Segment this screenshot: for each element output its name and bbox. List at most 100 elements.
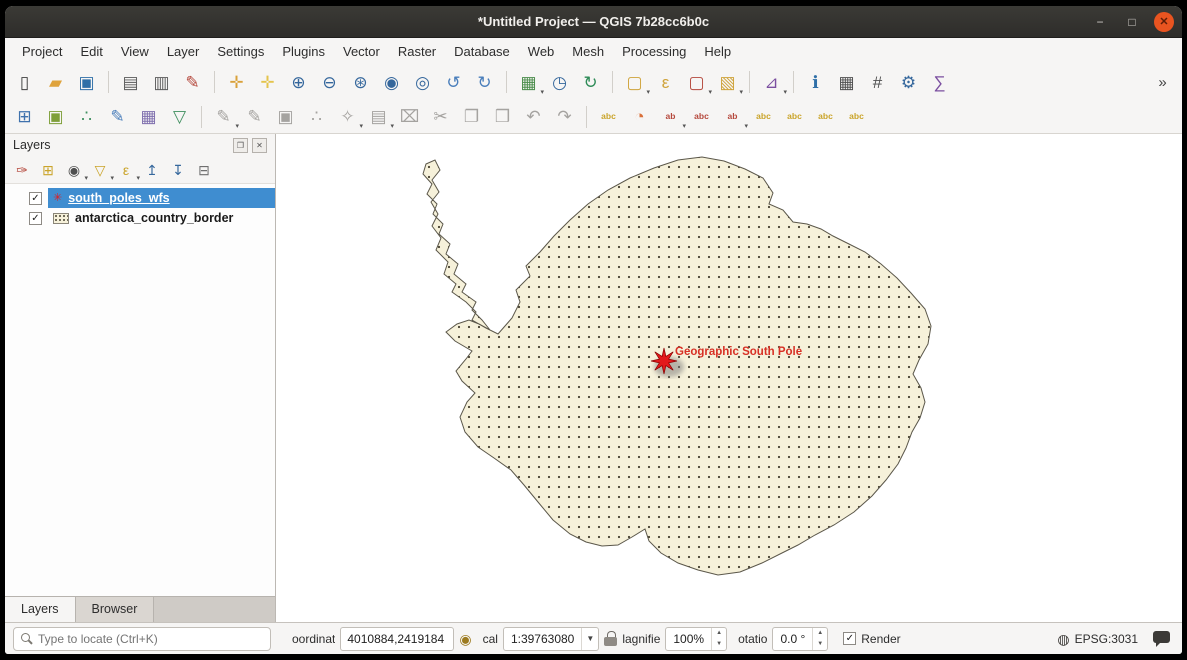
layer-visibility-checkbox[interactable]: ✓: [29, 192, 42, 205]
label-toolbar-extra-icon[interactable]: abc: [843, 103, 870, 130]
new-map-view-icon[interactable]: ▦▾: [515, 69, 542, 96]
zoom-to-selection-icon[interactable]: ◉: [378, 69, 405, 96]
modify-attributes-icon[interactable]: ▤▾: [365, 103, 392, 130]
menu-item-web[interactable]: Web: [519, 40, 564, 63]
step-down-icon[interactable]: ▼: [712, 639, 726, 650]
data-source-manager-icon[interactable]: ⊞: [11, 103, 38, 130]
maximize-button[interactable]: □: [1122, 12, 1142, 32]
undo-icon[interactable]: ↶: [520, 103, 547, 130]
step-up-icon[interactable]: ▲: [712, 628, 726, 639]
open-layer-styling-icon[interactable]: ✑: [10, 158, 34, 182]
menu-item-settings[interactable]: Settings: [208, 40, 273, 63]
menu-item-layer[interactable]: Layer: [158, 40, 209, 63]
show-hidden-labels-icon[interactable]: ab▾: [719, 103, 746, 130]
menu-item-help[interactable]: Help: [695, 40, 740, 63]
chevron-down-icon[interactable]: ▼: [581, 628, 598, 650]
statistical-summary-icon[interactable]: ∑: [926, 69, 953, 96]
title-bar[interactable]: *Untitled Project — QGIS 7b28cc6b0c − □ …: [5, 6, 1182, 38]
layer-item-south_poles_wfs[interactable]: ✳south_poles_wfs: [48, 188, 275, 208]
add-group-icon[interactable]: ⊞: [36, 158, 60, 182]
step-up-icon[interactable]: ▲: [813, 628, 827, 639]
add-vector-layer-icon[interactable]: ∴: [73, 103, 100, 130]
new-print-layout-icon[interactable]: ▤: [117, 69, 144, 96]
pin-labels-icon[interactable]: ab▾: [657, 103, 684, 130]
vertex-tool-icon-dropdown[interactable]: ▾: [359, 122, 363, 130]
current-edits-icon[interactable]: ✎▾: [210, 103, 237, 130]
style-manager-icon[interactable]: ✎: [179, 69, 206, 96]
layer-diagram-options-icon[interactable]: ◔: [626, 103, 653, 130]
scale-combobox[interactable]: 1:39763080 ▼: [503, 627, 599, 651]
zoom-last-icon[interactable]: ↺: [440, 69, 467, 96]
zoom-in-icon[interactable]: ⊕: [285, 69, 312, 96]
pan-map-icon[interactable]: ✛: [223, 69, 250, 96]
move-label-icon[interactable]: abc: [750, 103, 777, 130]
new-shapefile-layer-icon[interactable]: ✎: [104, 103, 131, 130]
vertex-tool-icon[interactable]: ✧▾: [334, 103, 361, 130]
close-button[interactable]: ✕: [1154, 12, 1174, 32]
close-panel-icon[interactable]: ✕: [252, 138, 267, 153]
measure-icon-dropdown[interactable]: ▾: [783, 88, 787, 96]
zoom-to-layer-icon[interactable]: ◎: [409, 69, 436, 96]
cut-features-icon[interactable]: ✂: [427, 103, 454, 130]
layer-labeling-options-icon[interactable]: abc: [595, 103, 622, 130]
pan-to-selection-icon[interactable]: ✛: [254, 69, 281, 96]
processing-toolbox-icon[interactable]: ⚙: [895, 69, 922, 96]
zoom-out-icon[interactable]: ⊖: [316, 69, 343, 96]
magnifier-steppers[interactable]: ▲▼: [711, 628, 726, 650]
menu-item-mesh[interactable]: Mesh: [563, 40, 613, 63]
filter-legend-icon[interactable]: ▽▾: [88, 158, 112, 182]
new-project-icon[interactable]: ▯: [11, 69, 38, 96]
add-mesh-layer-icon[interactable]: ▦: [135, 103, 162, 130]
menu-item-view[interactable]: View: [112, 40, 158, 63]
temporal-controller-icon[interactable]: ◷: [546, 69, 573, 96]
attribute-table-icon[interactable]: ▦: [833, 69, 860, 96]
copy-features-icon[interactable]: ❐: [458, 103, 485, 130]
show-layout-manager-icon[interactable]: ▥: [148, 69, 175, 96]
new-map-view-icon-dropdown[interactable]: ▾: [540, 88, 544, 96]
remove-layer-icon[interactable]: ⊟: [192, 158, 216, 182]
deselect-features-icon-dropdown[interactable]: ▾: [708, 88, 712, 96]
menu-item-edit[interactable]: Edit: [71, 40, 111, 63]
coordinate-input[interactable]: [340, 627, 454, 651]
select-by-form-icon[interactable]: ▧▾: [714, 69, 741, 96]
rotation-spinbox[interactable]: 0.0 ° ▲▼: [772, 627, 828, 651]
messages-icon[interactable]: [1153, 631, 1170, 643]
render-checkbox[interactable]: ✓: [843, 632, 856, 645]
float-panel-icon[interactable]: ❐: [233, 138, 248, 153]
measure-icon[interactable]: ⊿▾: [758, 69, 785, 96]
filter-by-expression-icon[interactable]: ε▾: [114, 158, 138, 182]
deselect-features-icon[interactable]: ▢▾: [683, 69, 710, 96]
delete-selected-icon[interactable]: ⌧: [396, 103, 423, 130]
zoom-next-icon[interactable]: ↻: [471, 69, 498, 96]
locate-input[interactable]: [38, 632, 263, 646]
manage-map-themes-icon[interactable]: ◉▾: [62, 158, 86, 182]
menu-item-raster[interactable]: Raster: [389, 40, 445, 63]
menu-item-plugins[interactable]: Plugins: [273, 40, 334, 63]
identify-features-icon[interactable]: ℹ: [802, 69, 829, 96]
toolbar-overflow-icon[interactable]: »: [1149, 69, 1176, 96]
field-calculator-icon[interactable]: #: [864, 69, 891, 96]
add-geopackage-layer-icon[interactable]: ▣: [42, 103, 69, 130]
highlight-pinned-labels-icon[interactable]: abc: [688, 103, 715, 130]
current-edits-icon-dropdown[interactable]: ▾: [235, 122, 239, 130]
map-canvas[interactable]: Geographic South Pole: [276, 134, 1182, 622]
menu-item-processing[interactable]: Processing: [613, 40, 695, 63]
menu-item-vector[interactable]: Vector: [334, 40, 389, 63]
save-project-icon[interactable]: ▣: [73, 69, 100, 96]
rotate-label-icon[interactable]: abc: [781, 103, 808, 130]
panel-tab-layers[interactable]: Layers: [5, 597, 76, 622]
select-features-icon[interactable]: ▢▾: [621, 69, 648, 96]
locate-bar[interactable]: [13, 627, 271, 651]
show-hidden-labels-icon-dropdown[interactable]: ▾: [744, 122, 748, 130]
select-by-form-icon-dropdown[interactable]: ▾: [739, 88, 743, 96]
rotation-steppers[interactable]: ▲▼: [812, 628, 827, 650]
paste-features-icon[interactable]: ❒: [489, 103, 516, 130]
refresh-icon[interactable]: ↻: [577, 69, 604, 96]
step-down-icon[interactable]: ▼: [813, 639, 827, 650]
expand-all-icon[interactable]: ↥: [140, 158, 164, 182]
crs-status[interactable]: ◍ EPSG:3031: [1057, 632, 1138, 646]
lock-scale-icon[interactable]: [604, 631, 617, 646]
add-feature-icon[interactable]: ∴: [303, 103, 330, 130]
open-project-icon[interactable]: ▰: [42, 69, 69, 96]
redo-icon[interactable]: ↷: [551, 103, 578, 130]
